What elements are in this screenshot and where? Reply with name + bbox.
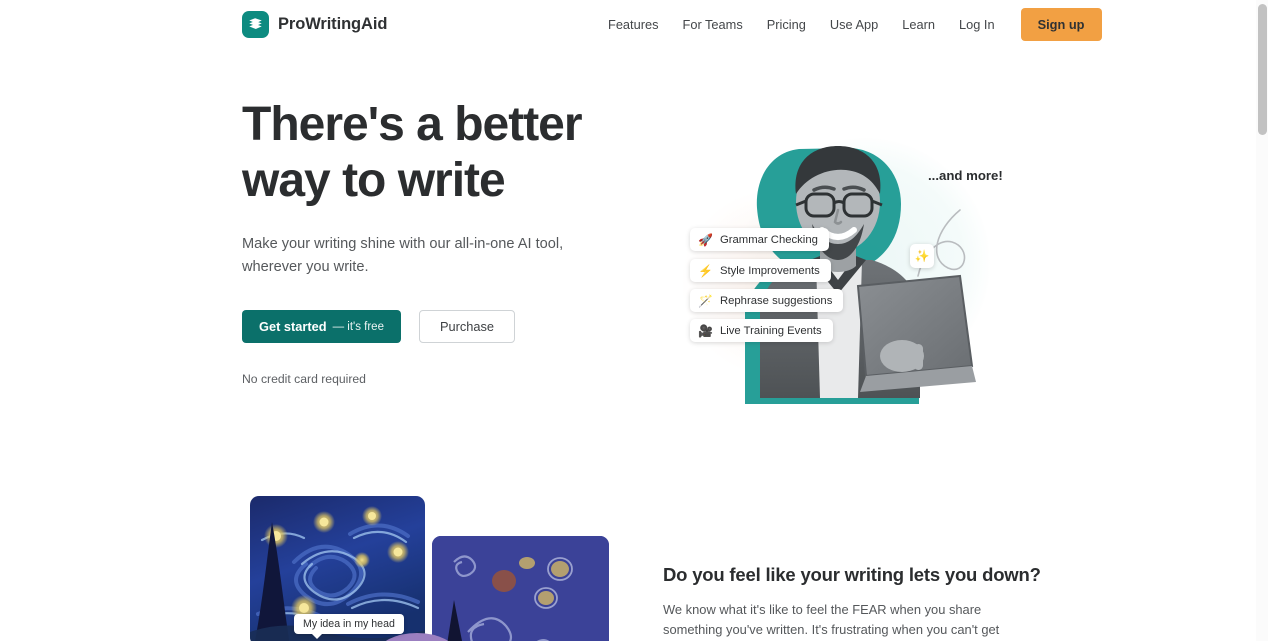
hero-subtitle: Make your writing shine with our all-in-… [242, 236, 564, 275]
hero-illustration: ...and more! ✨ 🚀 Grammar Checking ⚡ Styl… [660, 98, 1020, 428]
brand-logo[interactable]: ProWritingAid [242, 10, 388, 38]
sparkles-icon: ✨ [910, 244, 934, 268]
purchase-button[interactable]: Purchase [418, 310, 516, 343]
feature-card-label: Rephrase suggestions [719, 294, 833, 307]
vertical-scrollbar-track[interactable] [1256, 0, 1268, 641]
my-idea-label: My idea in my head [294, 614, 404, 639]
get-started-button[interactable]: Get started — it's free [242, 310, 401, 343]
vertical-scrollbar-thumb[interactable] [1258, 4, 1267, 135]
hero-title-line-1: There's a better [242, 98, 583, 151]
rocket-icon: 🚀 [698, 232, 713, 247]
lower-section: My idea in my head Do you feel like your… [0, 468, 1256, 641]
feature-card-rephrase-suggestions: 🪄 Rephrase suggestions [690, 289, 844, 312]
hero-copy: There's a better way to write Make your … [242, 97, 642, 386]
sign-up-button[interactable]: Sign up [1020, 7, 1102, 41]
artwork-panels: My idea in my head [242, 496, 632, 641]
lower-section-title: Do you feel like your writing lets you d… [663, 564, 1041, 585]
feature-card-grammar-checking: 🚀 Grammar Checking [690, 228, 829, 251]
no-credit-card-note: No credit card required [242, 372, 366, 386]
main-navigation: Features For Teams Pricing Use App Learn… [596, 7, 1102, 41]
brand-name: ProWritingAid [278, 14, 388, 33]
page-root: ProWritingAid Features For Teams Pricing… [0, 0, 1268, 641]
book-pages-icon [242, 10, 269, 38]
magic-wand-icon: 🪄 [698, 293, 713, 308]
get-started-label: Get started [259, 319, 327, 334]
feature-card-label: Live Training Events [719, 324, 822, 337]
lower-copy: Do you feel like your writing lets you d… [663, 564, 1041, 641]
nav-link-use-app[interactable]: Use App [818, 11, 890, 38]
nav-link-features[interactable]: Features [596, 11, 671, 38]
feature-card-style-improvements: ⚡ Style Improvements [690, 259, 831, 282]
video-camera-icon: 🎥 [698, 323, 713, 338]
nav-link-log-in[interactable]: Log In [947, 11, 1007, 38]
hero-section: There's a better way to write Make your … [0, 48, 1256, 468]
feature-card-label: Style Improvements [719, 264, 820, 277]
hero-actions: Get started — it's free Purchase [242, 310, 642, 343]
feature-card-label: Grammar Checking [719, 233, 818, 246]
site-header: ProWritingAid Features For Teams Pricing… [0, 0, 1256, 48]
simplified-starry-night [432, 536, 609, 641]
and-more-label: ...and more! [928, 168, 1003, 183]
lower-section-body: We know what it's like to feel the FEAR … [663, 602, 1000, 637]
nav-link-for-teams[interactable]: For Teams [671, 11, 755, 38]
hero-title: There's a better way to write [242, 97, 642, 209]
get-started-suffix: — it's free [332, 320, 384, 333]
nav-link-learn[interactable]: Learn [890, 11, 947, 38]
nav-link-pricing[interactable]: Pricing [755, 11, 818, 38]
feature-card-live-training-events: 🎥 Live Training Events [690, 319, 833, 342]
lightning-icon: ⚡ [698, 263, 713, 278]
hero-title-line-2: way to write [242, 154, 506, 207]
